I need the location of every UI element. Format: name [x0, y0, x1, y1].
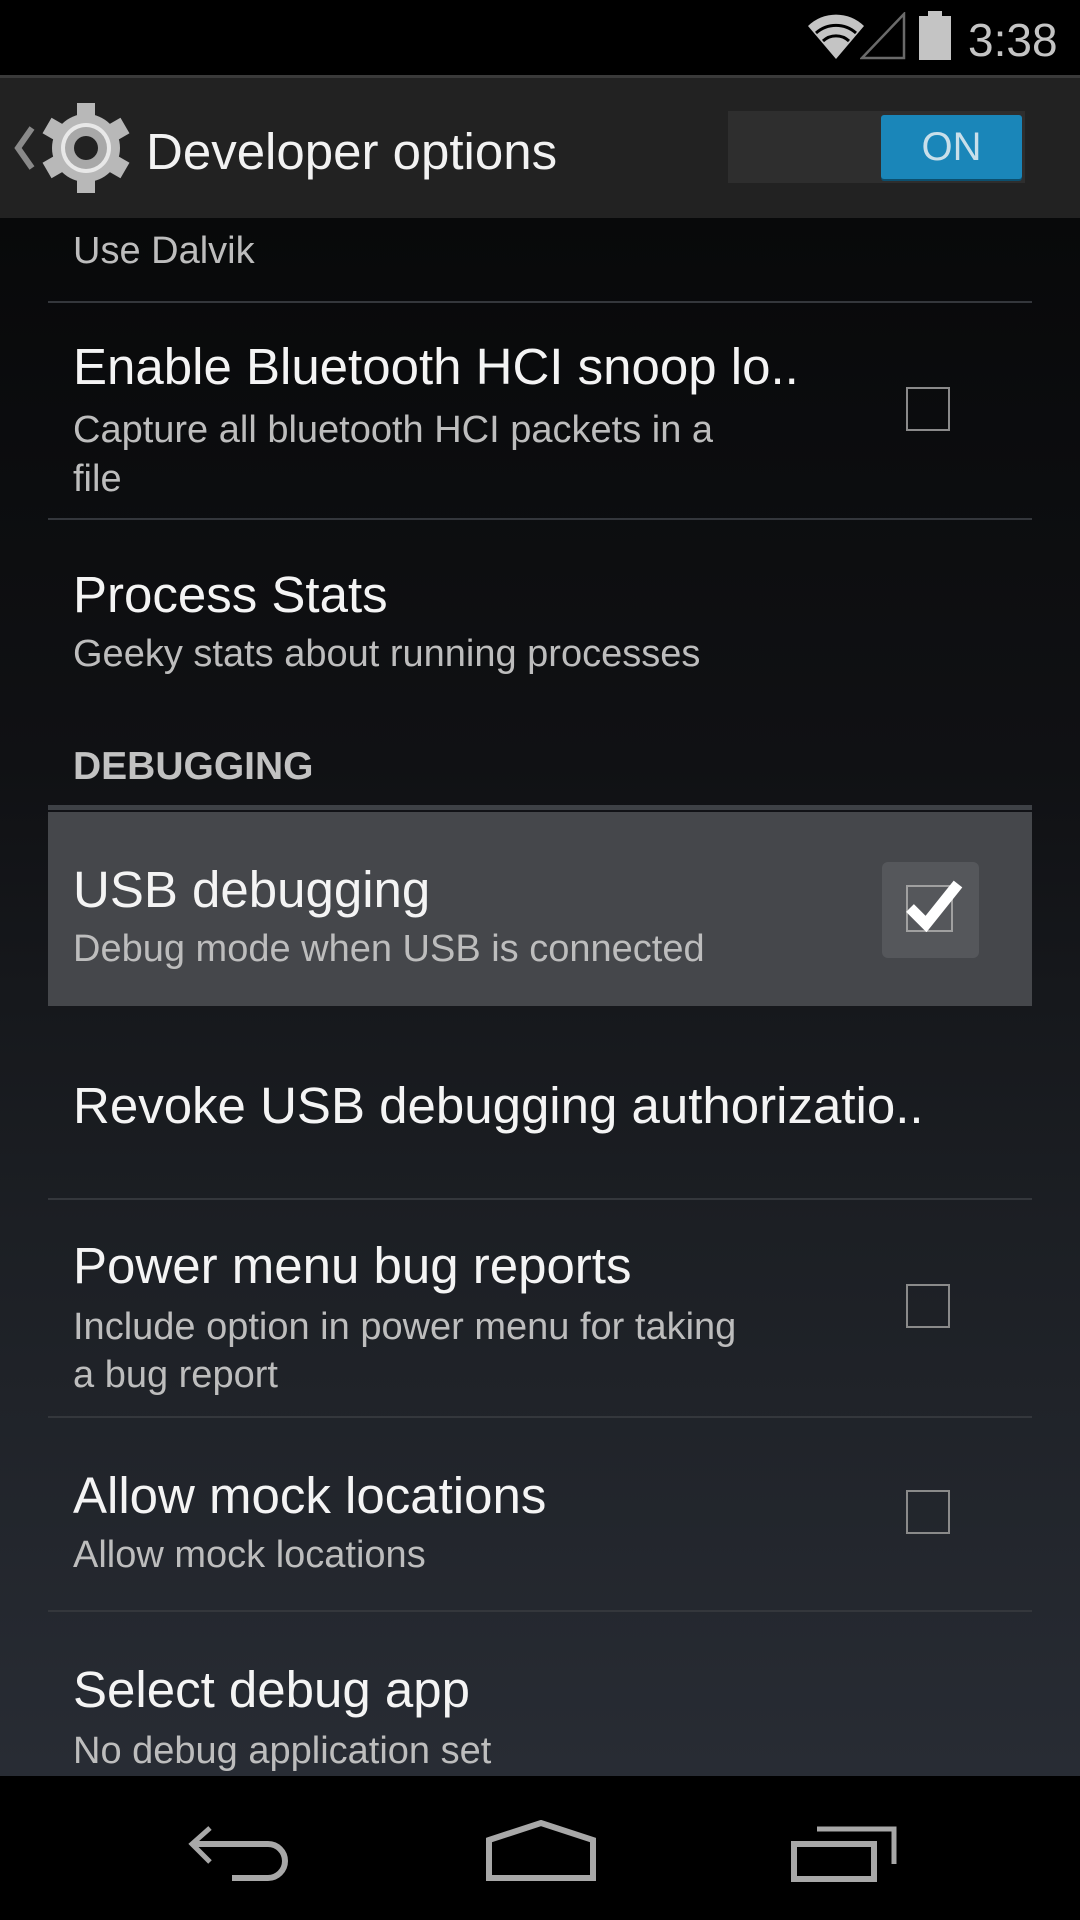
section-header-divider — [48, 805, 1032, 810]
pref-summary: Debug mode when USB is connected — [73, 928, 705, 970]
allow-mock-locations-checkbox[interactable] — [906, 1490, 950, 1534]
switch-label: ON — [921, 125, 982, 169]
recents-button[interactable] — [765, 1796, 925, 1900]
pref-revoke-usb-authorizations[interactable]: Revoke USB debugging authorizatio.. — [48, 1006, 1032, 1198]
navigation-bar — [0, 1776, 1080, 1920]
pref-summary: Include option in power menu for taking — [73, 1306, 737, 1348]
pref-usb-debugging[interactable]: USB debugging Debug mode when USB is con… — [48, 812, 1032, 1006]
pref-title: Allow mock locations — [73, 1467, 547, 1524]
pref-summary: Capture all bluetooth HCI packets in a — [73, 409, 714, 451]
pref-summary: Use Dalvik — [73, 230, 255, 272]
pref-title: USB debugging — [73, 861, 431, 918]
gear-icon — [42, 103, 130, 193]
cell-signal-icon — [860, 12, 906, 60]
up-button[interactable] — [0, 78, 135, 218]
home-icon — [486, 1820, 596, 1881]
pref-bt-hci-snoop[interactable]: Enable Bluetooth HCI snoop lo.. Capture … — [48, 303, 1032, 519]
pref-summary-line2: a bug report — [73, 1354, 278, 1396]
bt-hci-snoop-checkbox[interactable] — [906, 387, 950, 431]
home-button[interactable] — [460, 1796, 620, 1900]
master-switch[interactable]: ON — [728, 111, 1025, 183]
battery-icon — [919, 11, 951, 60]
action-bar: Developer options ON — [0, 78, 1080, 218]
pref-process-stats[interactable]: Process Stats Geeky stats about running … — [48, 520, 1032, 690]
pref-title: Revoke USB debugging authorizatio.. — [73, 1077, 924, 1134]
page-title: Developer options — [146, 123, 558, 180]
pref-summary: No debug application set — [73, 1730, 492, 1772]
usb-debugging-checkbox[interactable] — [882, 862, 979, 958]
wifi-icon — [808, 14, 864, 59]
switch-thumb: ON — [881, 115, 1022, 179]
preference-list[interactable]: Use Dalvik Enable Bluetooth HCI snoop lo… — [0, 218, 1080, 1776]
pref-summary: Geeky stats about running processes — [73, 633, 701, 675]
recents-icon — [791, 1826, 897, 1882]
pref-use-dalvik[interactable]: Use Dalvik — [48, 218, 1032, 302]
pref-title: Process Stats — [73, 566, 388, 623]
section-header-debugging: DEBUGGING — [73, 745, 314, 788]
pref-select-debug-app[interactable]: Select debug app No debug application se… — [48, 1612, 1032, 1776]
pref-summary-line2: file — [73, 458, 122, 500]
pref-power-menu-bug-reports[interactable]: Power menu bug reports Include option in… — [48, 1200, 1032, 1416]
power-menu-bug-reports-checkbox[interactable] — [906, 1284, 950, 1328]
clock: 3:38 — [968, 14, 1058, 66]
chevron-left-icon — [14, 126, 35, 170]
pref-allow-mock-locations[interactable]: Allow mock locations Allow mock location… — [48, 1418, 1032, 1610]
back-button[interactable] — [160, 1796, 320, 1900]
checkmark-icon — [906, 880, 963, 932]
status-bar: 3:38 — [0, 0, 1080, 75]
pref-title: Select debug app — [73, 1661, 470, 1718]
back-icon — [188, 1826, 288, 1881]
pref-title: Power menu bug reports — [73, 1237, 632, 1294]
pref-title: Enable Bluetooth HCI snoop lo.. — [73, 338, 799, 395]
pref-summary: Allow mock locations — [73, 1534, 426, 1576]
